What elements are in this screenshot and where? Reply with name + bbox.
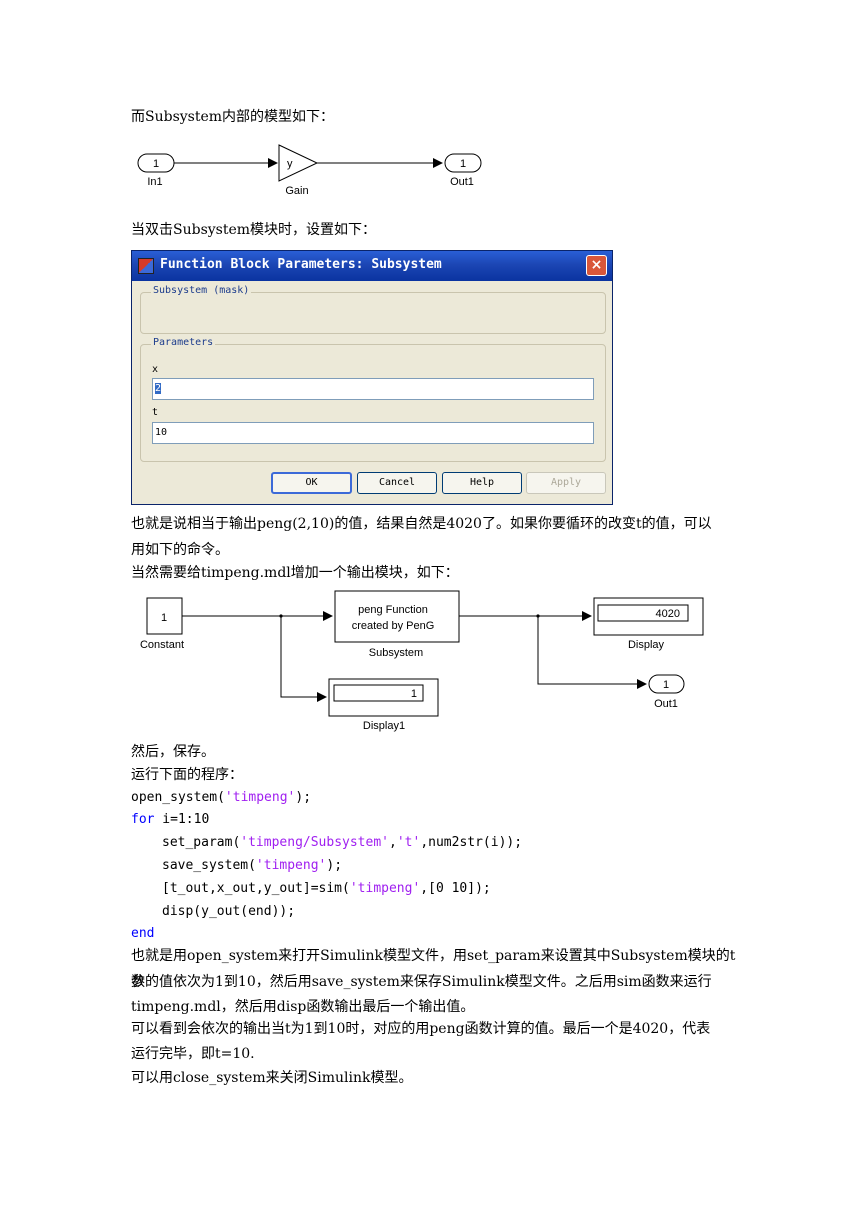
out-port-number: 1 xyxy=(460,158,466,170)
group-legend-subsystem-mask: Subsystem (mask) xyxy=(151,285,252,296)
apply-button[interactable]: Apply xyxy=(526,472,606,494)
subsystem-label: Subsystem xyxy=(369,647,423,659)
display-label: Display xyxy=(628,639,665,651)
help-button[interactable]: Help xyxy=(442,472,522,494)
code-line-3: set_param('timpeng/Subsystem','t',num2st… xyxy=(162,835,523,850)
subsystem-text-line1: peng Function xyxy=(358,604,428,616)
parameters-group: Parameters xyxy=(140,337,606,462)
param-x-label: x xyxy=(152,364,159,375)
subsystem-mask-group: Subsystem (mask) xyxy=(140,285,606,334)
group-legend-parameters: Parameters xyxy=(151,337,216,348)
out-port-number: 1 xyxy=(663,679,669,691)
cancel-button[interactable]: Cancel xyxy=(357,472,437,494)
matlab-window-icon xyxy=(138,258,154,274)
timpeng-model-diagram: 1 Constant peng Function created by PenG… xyxy=(140,590,704,732)
param-x-value: 2 xyxy=(155,383,162,394)
paragraph-subsystem-intro: 而Subsystem内部的模型如下： xyxy=(131,109,335,125)
display1-readout xyxy=(333,684,424,702)
close-icon[interactable]: × xyxy=(586,255,607,276)
param-x-input[interactable]: 2 xyxy=(152,378,594,400)
subsystem-internal-diagram: 1 In1 y Gain 1 Out1 xyxy=(137,144,482,197)
subsystem-block xyxy=(334,590,460,643)
paragraph-double-click: 当双击Subsystem模块时，设置如下： xyxy=(131,222,377,238)
dialog-titlebar: Function Block Parameters: Subsystem × xyxy=(132,251,612,281)
paragraph-output-line2: 运行完毕，即t=10. xyxy=(131,1046,255,1062)
gain-block xyxy=(278,144,319,182)
in-port-label: In1 xyxy=(147,176,162,188)
code-line-5: [t_out,x_out,y_out]=sim('timpeng',[0 10]… xyxy=(162,881,491,896)
constant-label: Constant xyxy=(140,639,184,651)
param-t-input[interactable]: 10 xyxy=(152,422,594,444)
constant-value: 1 xyxy=(161,612,167,624)
code-line-1: open_system('timpeng'); xyxy=(131,790,312,805)
paragraph-add-output: 当然需要给timpeng.mdl增加一个输出模块，如下： xyxy=(131,565,459,581)
display-value: 4020 xyxy=(656,608,680,620)
paragraph-close-system: 可以用close_system来关闭Simulink模型。 xyxy=(131,1070,413,1086)
display1-value: 1 xyxy=(411,688,417,700)
gain-label: Gain xyxy=(285,185,308,197)
dialog-title: Function Block Parameters: Subsystem xyxy=(160,257,442,272)
out-port-label: Out1 xyxy=(654,698,678,710)
code-line-2: for i=1:10 xyxy=(131,812,210,827)
paragraph-run-program: 运行下面的程序： xyxy=(131,767,243,783)
out-port-label: Out1 xyxy=(450,176,474,188)
code-line-7: end xyxy=(131,926,155,941)
in-port-number: 1 xyxy=(153,158,159,170)
param-t-label: t xyxy=(152,407,159,418)
ok-button[interactable]: OK xyxy=(271,472,352,494)
display1-label: Display1 xyxy=(363,720,405,732)
gain-symbol: y xyxy=(287,158,293,170)
function-block-parameters-dialog: Function Block Parameters: Subsystem × S… xyxy=(131,250,613,505)
signal-line xyxy=(280,616,327,702)
code-line-4: save_system('timpeng'); xyxy=(162,858,343,873)
paragraph-output-line1: 可以看到会依次的输出当t为1到10时，对应的用peng函数计算的值。最后一个是4… xyxy=(131,1021,711,1037)
paragraph-explain-line2: 数的值依次为1到10，然后用save_system来保存Simulink模型文件… xyxy=(131,974,712,990)
paragraph-result-line1: 也就是说相当于输出peng(2,10)的值，结果自然是4020了。如果你要循环的… xyxy=(131,516,712,532)
subsystem-text-line2: created by PenG xyxy=(352,620,435,632)
code-line-6: disp(y_out(end)); xyxy=(162,904,296,919)
